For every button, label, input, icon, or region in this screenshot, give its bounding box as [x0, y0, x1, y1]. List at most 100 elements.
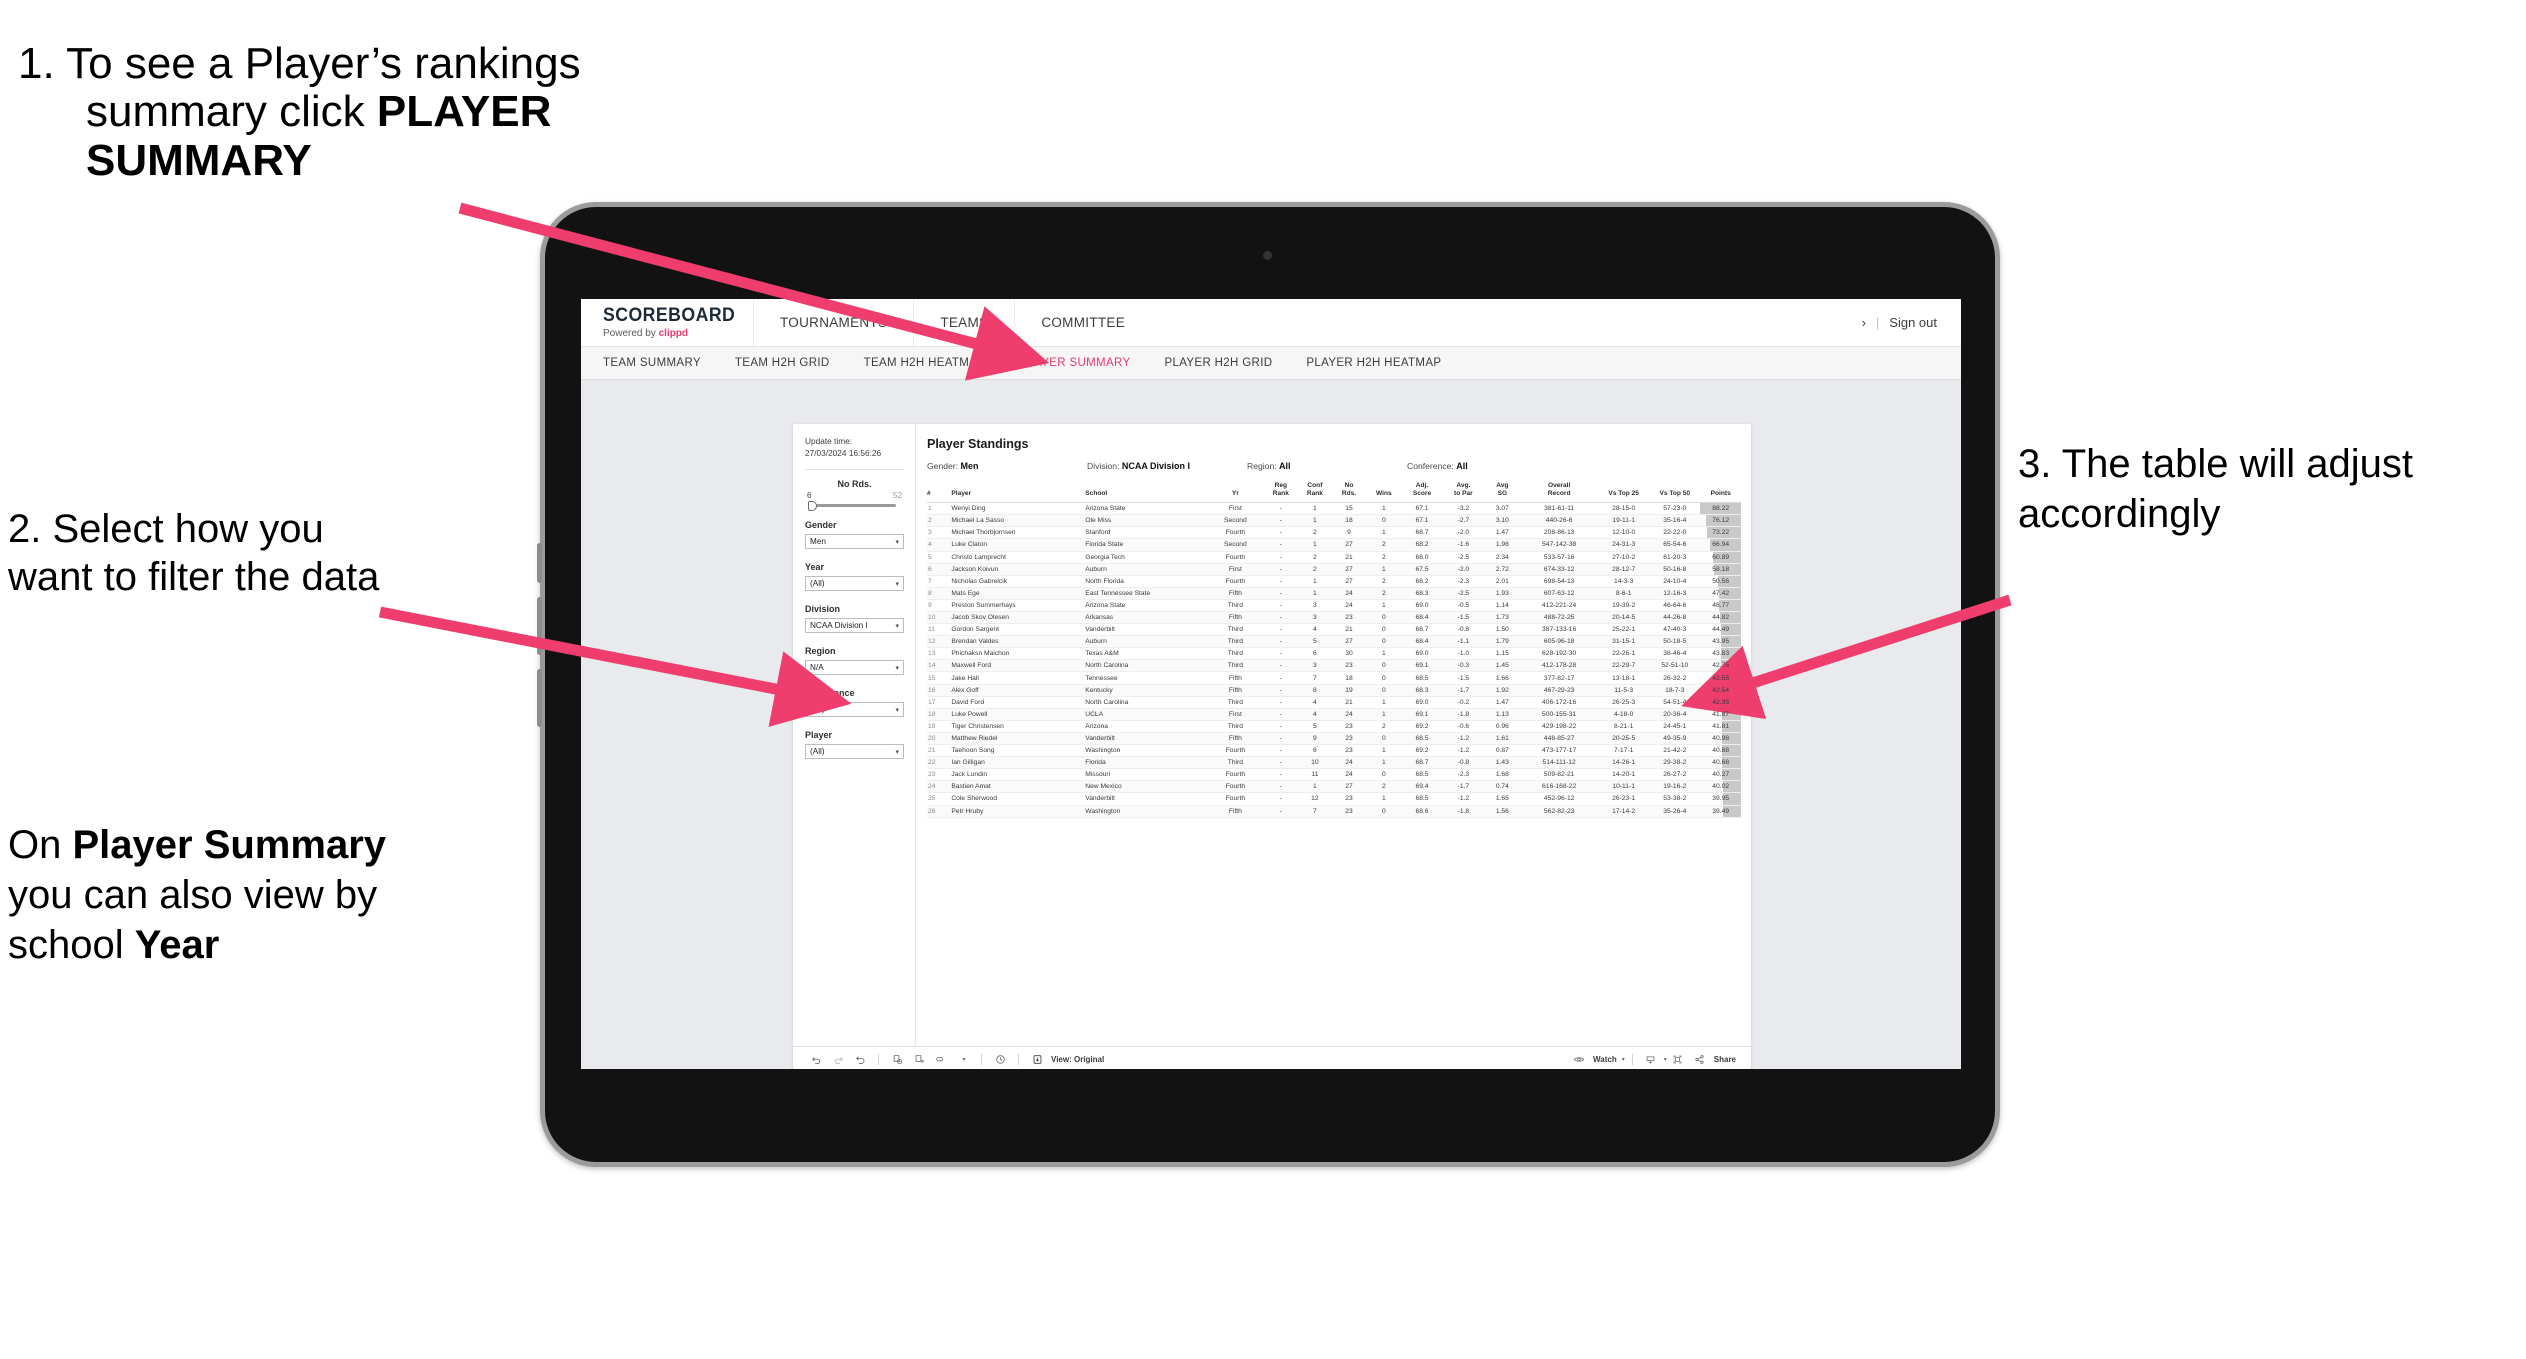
table-row[interactable]: 1 Wenyi Ding Arizona State First -1 15 1 67.1 -3…: [927, 502, 1741, 516]
col-header-vs_top25[interactable]: Vs Top 25: [1598, 482, 1650, 504]
table-row[interactable]: 6 Jackson Koivun Auburn First -2 27 1 67.5 -2.0 2…: [927, 563, 1741, 576]
undo-icon[interactable]: [805, 1049, 827, 1070]
filter-year-select[interactable]: (All) ▾: [805, 576, 904, 592]
cell-yr: Fifth: [1206, 732, 1264, 746]
table-row[interactable]: 26 Petr Hruby Washington Fifth -7 23 0 68.6 -1.8…: [927, 805, 1741, 818]
tab-player-h2h-heatmap[interactable]: PLAYER H2H HEATMAP: [1306, 357, 1441, 369]
cell-points: 40.27: [1700, 768, 1741, 782]
table-row[interactable]: 20 Matthew Riedel Vanderbilt Fifth -9 23 0 68.5…: [927, 732, 1741, 746]
download-view-icon[interactable]: [1026, 1049, 1048, 1070]
nav-item-teams[interactable]: TEAMS: [913, 299, 1014, 346]
redo-icon[interactable]: [827, 1049, 849, 1070]
table-row[interactable]: 9 Preston Summerhays Arizona State Third -3 2…: [927, 599, 1741, 613]
col-header-adj_score[interactable]: Adj. Score: [1401, 482, 1443, 504]
col-header-no_rds[interactable]: No Rds.: [1331, 482, 1367, 504]
nav-item-tournaments[interactable]: TOURNAMENTS: [753, 299, 913, 346]
table-row[interactable]: 12 Brendan Valdes Auburn Third -5 27 0 68.4 -1.1…: [927, 635, 1741, 649]
cell-yr: Third: [1206, 720, 1264, 733]
table-row[interactable]: 13 Phichaksn Maichon Texas A&M Third -6 30 1 69…: [927, 647, 1741, 661]
filter-division-select[interactable]: NCAA Division I ▾: [805, 618, 904, 634]
chevron-down-icon: ▾: [895, 622, 899, 630]
table-row[interactable]: 7 Nicholas Gabrelcik North Florida Fourth -1…: [927, 575, 1741, 588]
table-row[interactable]: 16 Alex Goff Kentucky Fifth -8 19 0 68.3 -1.7 1.9…: [927, 684, 1741, 697]
cell-avg_sg: 1.93: [1484, 587, 1521, 600]
chevron-down-icon[interactable]: ▾: [952, 1049, 974, 1070]
table-row[interactable]: 21 Taehoon Song Washington Fourth -6 23 1 69.2-…: [927, 744, 1741, 758]
cell-overall_record: 452-96-12: [1520, 792, 1599, 806]
col-header-rank[interactable]: #: [927, 482, 952, 504]
table-row[interactable]: 17 David Ford North Carolina Third -4 21 1 69.0…: [927, 696, 1741, 709]
chevron-down-icon[interactable]: ▾: [1622, 1056, 1625, 1063]
filter-player-select[interactable]: (All) ▾: [805, 744, 904, 760]
cell-avg_sg: 1.61: [1484, 732, 1521, 746]
pause-icon[interactable]: [908, 1049, 930, 1070]
col-header-yr[interactable]: Yr: [1206, 482, 1264, 504]
cell-vs_top50: 57-23-0: [1649, 502, 1701, 516]
table-row[interactable]: 25 Cole Sherwood Vanderbilt Fourth -12 23 1 68.…: [927, 792, 1741, 806]
table-row[interactable]: 5 Christo Lamprecht Georgia Tech Fourth -2 21…: [927, 551, 1741, 564]
table-row[interactable]: 10 Jacob Skov Olesen Arkansas Fifth -3 23 0 68.…: [927, 611, 1741, 625]
cell-reg_rank: -: [1263, 744, 1298, 758]
table-row[interactable]: 23 Jack Lundin Missouri Fourth -11 24 0 68.5 -2.…: [927, 768, 1741, 782]
tab-team-h2h-heatmap[interactable]: TEAM H2H HEATMAP: [864, 357, 986, 369]
user-chevron-icon[interactable]: ›: [1862, 315, 1866, 330]
nav-item-committee[interactable]: COMMITTEE: [1014, 299, 1151, 346]
refresh-icon[interactable]: [886, 1049, 908, 1070]
col-header-avg_sg[interactable]: Avg SG: [1484, 482, 1521, 504]
filter-gender-select[interactable]: Men ▾: [805, 534, 904, 550]
table-row[interactable]: 2 Michael La Sasso Ole Miss Second -1 18 0 67.1…: [927, 514, 1741, 528]
col-header-wins[interactable]: Wins: [1366, 482, 1402, 504]
col-header-vs_top50[interactable]: Vs Top 50: [1649, 482, 1701, 504]
cell-avg_sg: 3.10: [1484, 514, 1521, 528]
cell-rank: 24: [927, 780, 952, 794]
cell-school: Arizona: [1085, 720, 1207, 733]
tab-team-summary[interactable]: TEAM SUMMARY: [603, 357, 701, 369]
sign-out-link[interactable]: Sign out: [1889, 315, 1937, 330]
filter-region-select[interactable]: N/A ▾: [805, 660, 904, 676]
cell-yr: Third: [1206, 756, 1264, 770]
cell-yr: Fourth: [1206, 744, 1264, 758]
col-header-player[interactable]: Player: [951, 482, 1086, 504]
table-row[interactable]: 4 Luke Claton Florida State Second -1 27 2 68.2…: [927, 538, 1741, 552]
app-logo[interactable]: SCOREBOARD Powered by clippd: [603, 306, 753, 339]
filter-gender-value: Men: [810, 537, 826, 547]
col-header-school[interactable]: School: [1085, 482, 1207, 504]
watch-label[interactable]: Watch: [1593, 1055, 1617, 1064]
col-header-avg_to_par[interactable]: Avg. to Par: [1442, 482, 1485, 504]
filter-conference-select[interactable]: (All) ▾: [805, 702, 904, 718]
fullscreen-icon[interactable]: [1667, 1049, 1689, 1070]
table-row[interactable]: 3 Michael Thorbjornsen Stanford Fourth -2 9 1 6…: [927, 526, 1741, 540]
tab-player-h2h-grid[interactable]: PLAYER H2H GRID: [1164, 357, 1272, 369]
cell-avg_sg: 3.07: [1484, 502, 1521, 516]
table-row[interactable]: 19 Tiger Christensen Arizona Third -5 23 2 69.2…: [927, 720, 1741, 733]
cell-reg_rank: -: [1263, 575, 1298, 588]
custom-view-icon[interactable]: [930, 1049, 952, 1070]
share-label[interactable]: Share: [1714, 1055, 1736, 1064]
table-row[interactable]: 8 Mats Ege East Tennessee State Fifth -1 24 2 6…: [927, 587, 1741, 600]
col-header-reg_rank[interactable]: Reg Rank: [1263, 482, 1298, 504]
table-row[interactable]: 14 Maxwell Ford North Carolina Third -3 23 0 69…: [927, 659, 1741, 673]
table-row[interactable]: 15 Jake Hall Tennessee Fifth -7 18 0 68.5 -1.5 1.…: [927, 671, 1741, 685]
cell-vs_top50: 50-18-5: [1649, 635, 1701, 649]
revert-icon[interactable]: [849, 1049, 871, 1070]
cell-vs_top25: 28-12-7: [1598, 563, 1650, 576]
col-header-conf_rank[interactable]: Conf Rank: [1297, 482, 1332, 504]
share-icon[interactable]: [1689, 1049, 1711, 1070]
export-icon[interactable]: [1640, 1049, 1662, 1070]
table-row[interactable]: 18 Luke Powell UCLA First -4 24 1 69.1 -1.8 1.13 5…: [927, 708, 1741, 721]
table-row[interactable]: 11 Gordon Sargent Vanderbilt Third -4 21 0 68.7…: [927, 623, 1741, 637]
table-row[interactable]: 22 Ian Gilligan Florida Third -10 24 1 68.7 -0.8…: [927, 756, 1741, 770]
table-row[interactable]: 24 Bastien Amat New Mexico Fourth -1 27 2 69.4-…: [927, 780, 1741, 794]
col-header-points[interactable]: Points: [1700, 482, 1741, 504]
view-label[interactable]: View: Original: [1051, 1055, 1104, 1064]
header-actions: › | Sign out: [1862, 315, 1961, 330]
pause-refresh-icon[interactable]: [989, 1049, 1011, 1070]
cell-no_rds: 23: [1331, 659, 1367, 673]
cell-points: 40.98: [1700, 732, 1741, 746]
col-header-overall_record[interactable]: Overall Record: [1520, 482, 1599, 504]
eye-icon[interactable]: [1568, 1049, 1590, 1070]
tab-team-h2h-grid[interactable]: TEAM H2H GRID: [735, 357, 830, 369]
slider-handle[interactable]: [808, 500, 817, 511]
tab-player-summary[interactable]: PLAYER SUMMARY: [1019, 357, 1130, 369]
no-rounds-slider[interactable]: [808, 500, 896, 511]
